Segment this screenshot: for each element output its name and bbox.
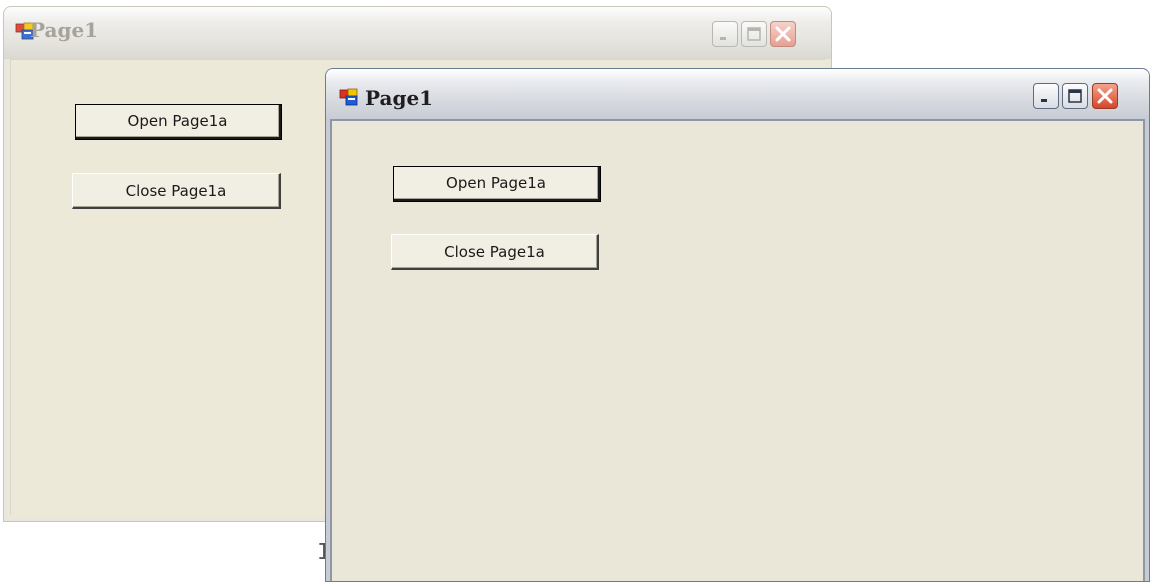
maximize-button[interactable] [1062,83,1088,109]
close-page1a-label: Close Page1a [444,242,545,261]
close-icon [1097,88,1113,104]
open-page1a-label: Open Page1a [446,173,546,192]
minimize-button[interactable] [712,21,738,47]
title-bar[interactable]: Page1 [4,7,831,59]
maximize-icon [1068,89,1082,103]
close-page1a-button[interactable]: Close Page1a [72,173,281,209]
window-title: Page1 [30,18,99,42]
window-client-area: Open Page1a Close Page1a [330,119,1145,581]
close-window-button[interactable] [770,21,796,47]
minimize-icon [720,37,726,40]
minimize-icon [1041,99,1047,102]
maximize-button[interactable] [741,21,767,47]
close-icon [775,26,791,42]
close-window-button[interactable] [1092,83,1118,109]
app-form-icon [339,88,358,106]
close-page1a-label: Close Page1a [125,181,227,200]
minimize-button[interactable] [1033,83,1059,109]
open-page1a-button[interactable]: Open Page1a [393,166,601,202]
page1-window-active[interactable]: Page1 Open Page1a Close Page1a [325,68,1150,582]
maximize-icon [747,27,761,41]
open-page1a-label: Open Page1a [127,111,228,130]
open-page1a-button[interactable]: Open Page1a [75,104,282,140]
window-title: Page1 [365,86,434,110]
title-bar[interactable]: Page1 [326,69,1149,121]
close-page1a-button[interactable]: Close Page1a [391,234,599,270]
